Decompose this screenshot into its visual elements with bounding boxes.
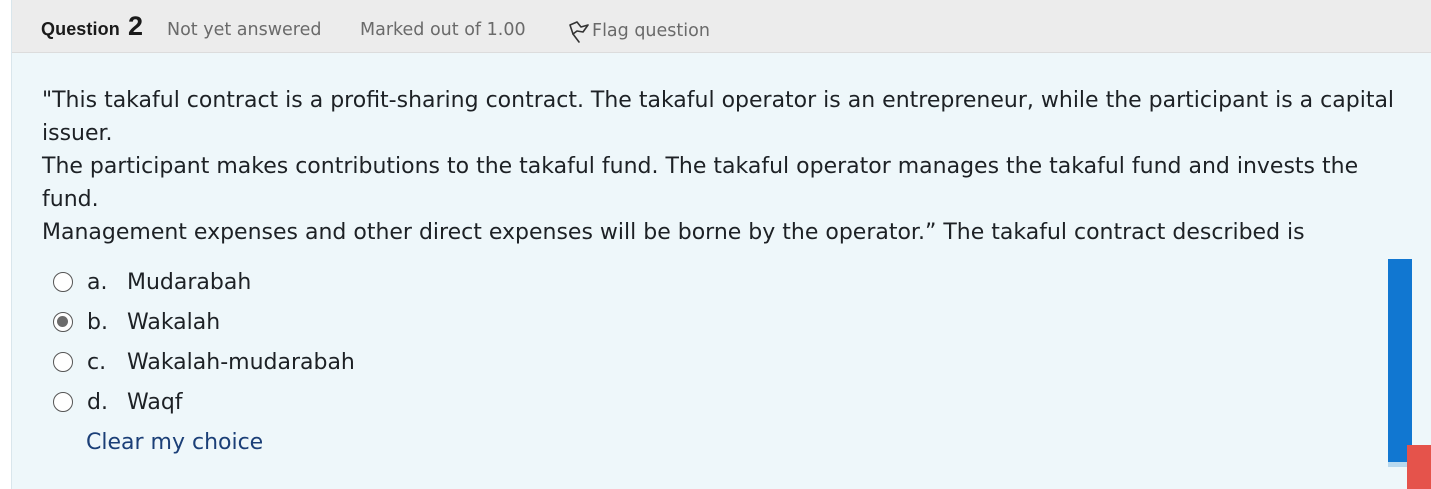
- question-text-line: Management expenses and other direct exp…: [42, 220, 1305, 245]
- radio-button[interactable]: [53, 272, 73, 292]
- answer-letter: c.: [87, 349, 107, 375]
- answer-label: Wakalah: [127, 309, 221, 335]
- answer-letter: b.: [87, 309, 108, 335]
- answer-label: Wakalah-mudarabah: [127, 349, 355, 375]
- answer-option-d[interactable]: d. Waqf: [53, 382, 383, 422]
- answer-option-c[interactable]: c. Wakalah-mudarabah: [53, 342, 383, 382]
- radio-button-selected[interactable]: [53, 312, 73, 332]
- answer-option-a[interactable]: a. Mudarabah: [53, 262, 383, 302]
- question-header: Question 2 Not yet answered Marked out o…: [12, 0, 1431, 53]
- scrollbar-thumb[interactable]: [1388, 259, 1412, 462]
- radio-button[interactable]: [53, 352, 73, 372]
- answer-label: Waqf: [127, 389, 183, 415]
- question-text: "This takaful contract is a profit-shari…: [42, 84, 1417, 249]
- question-number: 2: [128, 11, 144, 41]
- question-grade: Marked out of 1.00: [360, 20, 526, 40]
- question-label: Question: [41, 19, 120, 39]
- flag-icon: [568, 19, 590, 43]
- question-card: Question 2 Not yet answered Marked out o…: [11, 0, 1431, 489]
- answer-letter: a.: [87, 269, 108, 295]
- flag-question-button[interactable]: Flag question: [568, 18, 710, 44]
- answer-letter: d.: [87, 389, 108, 415]
- clear-choice-link[interactable]: Clear my choice: [86, 430, 263, 455]
- question-text-line: "This takaful contract is a profit-shari…: [42, 88, 1395, 146]
- flag-question-label: Flag question: [592, 21, 710, 41]
- answer-option-b[interactable]: b. Wakalah: [53, 302, 383, 342]
- question-state: Not yet answered: [167, 20, 322, 40]
- question-text-line: The participant makes contributions to t…: [42, 154, 1359, 212]
- answer-label: Mudarabah: [127, 269, 252, 295]
- radio-button[interactable]: [53, 392, 73, 412]
- corner-widget[interactable]: [1407, 445, 1431, 489]
